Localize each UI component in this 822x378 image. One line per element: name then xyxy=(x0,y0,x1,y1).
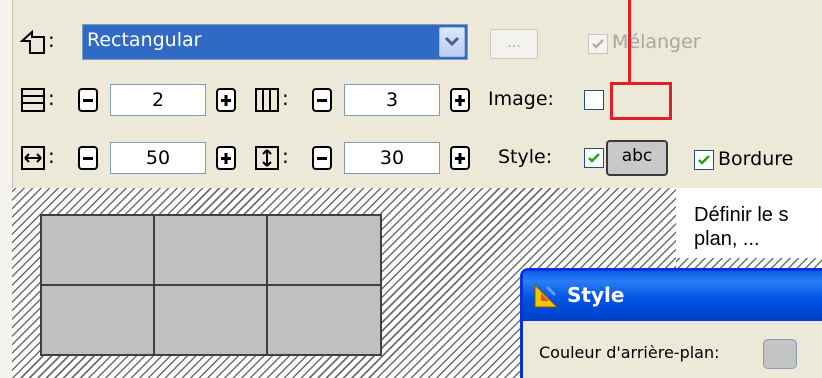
grid-row-divider xyxy=(42,284,380,286)
columns-colon: : xyxy=(282,86,289,110)
blend-label: Mélanger xyxy=(612,31,701,53)
rows-increment-button[interactable] xyxy=(216,88,236,112)
height-input[interactable]: 30 xyxy=(344,142,440,174)
tooltip-line-1: Définir le s xyxy=(694,204,789,226)
style-label: Style: xyxy=(498,146,553,168)
width-colon: : xyxy=(48,144,55,168)
columns-increment-button[interactable] xyxy=(450,88,470,112)
image-highlight-box xyxy=(610,82,672,120)
shape-colon: : xyxy=(48,28,55,52)
border-checkbox[interactable] xyxy=(694,150,714,170)
width-decrement-button[interactable] xyxy=(78,146,98,170)
chevron-down-icon[interactable] xyxy=(439,27,465,57)
style-checkbox[interactable] xyxy=(584,148,604,168)
columns-input[interactable]: 3 xyxy=(344,84,440,116)
style-dialog-icon xyxy=(533,283,559,309)
table-preview xyxy=(40,214,382,356)
property-panel: : Rectangular ... Mélanger : 2 : 3 Image… xyxy=(0,0,822,378)
height-colon: : xyxy=(282,144,289,168)
image-checkbox[interactable] xyxy=(584,90,604,110)
height-decrement-button[interactable] xyxy=(312,146,332,170)
width-increment-button[interactable] xyxy=(216,146,236,170)
rows-icon xyxy=(20,87,46,113)
shape-select-value: Rectangular xyxy=(87,29,202,51)
blend-checkbox[interactable] xyxy=(588,34,608,54)
style-dialog-title: Style xyxy=(567,283,625,307)
style-button-label: abc xyxy=(621,146,653,166)
style-dialog: Style Couleur d'arrière-plan: xyxy=(520,268,822,378)
rows-colon: : xyxy=(48,86,55,110)
border-label: Bordure xyxy=(718,148,794,170)
columns-decrement-button[interactable] xyxy=(312,88,332,112)
style-dialog-titlebar[interactable]: Style xyxy=(523,271,822,321)
tooltip-line-2: plan, ... xyxy=(694,228,760,250)
image-label: Image: xyxy=(488,88,554,110)
width-input[interactable]: 50 xyxy=(110,142,206,174)
columns-icon xyxy=(254,87,280,113)
tooltip: Définir le s plan, ... xyxy=(676,188,822,258)
background-color-label: Couleur d'arrière-plan: xyxy=(539,343,720,362)
height-increment-button[interactable] xyxy=(450,146,470,170)
more-button[interactable]: ... xyxy=(490,29,538,59)
width-icon xyxy=(20,145,46,171)
annotation-line xyxy=(628,0,631,84)
shape-select[interactable]: Rectangular xyxy=(82,24,468,60)
style-button[interactable]: abc xyxy=(606,140,668,176)
shape-icon xyxy=(19,29,46,55)
background-color-button[interactable] xyxy=(763,339,797,369)
rows-decrement-button[interactable] xyxy=(78,88,98,112)
height-icon xyxy=(254,145,280,171)
rows-input[interactable]: 2 xyxy=(110,84,206,116)
